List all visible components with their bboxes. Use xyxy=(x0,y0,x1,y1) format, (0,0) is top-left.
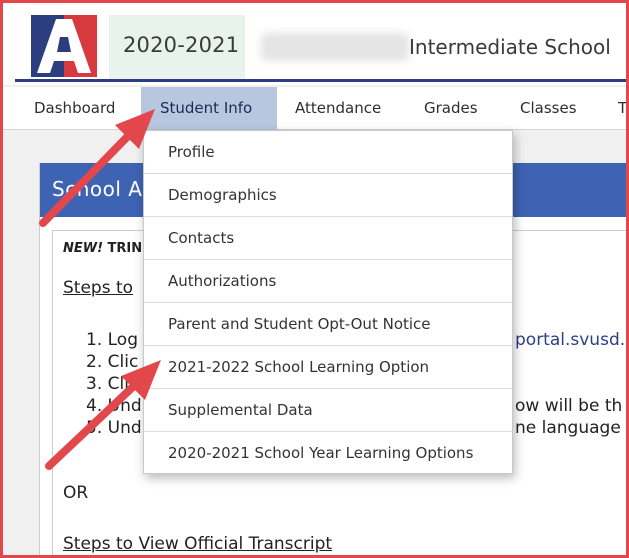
student-info-dropdown: Profile Demographics Contacts Authorizat… xyxy=(143,130,513,474)
menu-item-opt-out-notice[interactable]: Parent and Student Opt-Out Notice xyxy=(144,303,512,346)
menu-item-profile[interactable]: Profile xyxy=(144,131,512,174)
main-nav: Dashboard Student Info Attendance Grades… xyxy=(3,87,626,130)
steps-heading: Steps to xyxy=(63,278,134,298)
screenshot-frame: 2020-2021 Intermediate School Dashboard … xyxy=(0,0,629,558)
menu-item-contacts[interactable]: Contacts xyxy=(144,217,512,260)
nav-student-info[interactable]: Student Info xyxy=(141,87,277,130)
menu-item-label: Demographics xyxy=(168,186,277,204)
or-text: OR xyxy=(63,483,89,503)
step-5: 5. Und xyxy=(86,418,142,438)
menu-item-supplemental-data[interactable]: Supplemental Data xyxy=(144,389,512,432)
menu-item-learning-option-2021-2022[interactable]: 2021-2022 School Learning Option xyxy=(144,346,512,389)
menu-item-label: Supplemental Data xyxy=(168,401,313,419)
menu-item-label: Contacts xyxy=(168,229,235,247)
panel-title: School A xyxy=(52,177,143,201)
step-4-tail: ow will be th xyxy=(515,396,623,416)
app-header: 2020-2021 Intermediate School xyxy=(3,3,626,85)
step-4: 4. Und xyxy=(86,396,142,416)
new-badge: NEW! xyxy=(63,241,104,256)
step-5-tail: ne language xyxy=(515,418,621,438)
menu-item-learning-options-2020-2021[interactable]: 2020-2021 School Year Learning Options xyxy=(144,432,512,475)
menu-item-demographics[interactable]: Demographics xyxy=(144,174,512,217)
nav-classes[interactable]: Classes xyxy=(520,87,577,130)
nav-attendance[interactable]: Attendance xyxy=(295,87,381,130)
nav-overflow-item[interactable]: T xyxy=(618,87,626,130)
intro-text: TRIN xyxy=(103,241,143,256)
step-2: 2. Clic xyxy=(86,352,139,372)
menu-item-label: Authorizations xyxy=(168,272,277,290)
header-divider xyxy=(15,79,626,82)
redacted-school-name xyxy=(261,33,409,61)
menu-item-label: Profile xyxy=(168,143,215,161)
school-year-label[interactable]: 2020-2021 xyxy=(123,33,239,57)
district-logo[interactable] xyxy=(31,15,97,77)
step-1: 1. Log xyxy=(86,330,138,350)
menu-item-authorizations[interactable]: Authorizations xyxy=(144,260,512,303)
menu-item-label: 2020-2021 School Year Learning Options xyxy=(168,444,474,462)
school-name-label: Intermediate School xyxy=(409,35,611,59)
nav-grades[interactable]: Grades xyxy=(424,87,478,130)
nav-dashboard[interactable]: Dashboard xyxy=(34,87,115,130)
portal-link[interactable]: portal.svusd. xyxy=(515,330,625,350)
transcript-heading: Steps to View Official Transcript xyxy=(63,534,333,554)
intro-line: NEW! TRIN xyxy=(63,241,142,256)
menu-item-label: 2021-2022 School Learning Option xyxy=(168,358,430,376)
step-3: 3. Clic xyxy=(86,374,139,394)
menu-item-label: Parent and Student Opt-Out Notice xyxy=(168,315,431,333)
